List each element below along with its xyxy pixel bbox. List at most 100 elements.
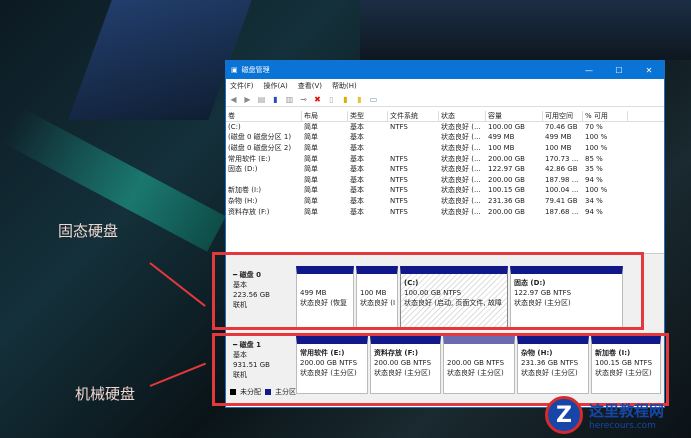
table-cell: 42.86 GB — [545, 165, 578, 174]
new-icon[interactable]: ▮ — [341, 95, 350, 104]
table-cell: 35 % — [585, 165, 603, 174]
table-cell: 79.41 GB — [545, 197, 578, 206]
table-cell: 状态良好 (... — [441, 144, 481, 153]
menu-file[interactable]: 文件(F) — [230, 81, 254, 91]
col-free[interactable]: 可用空间 — [543, 111, 583, 121]
table-cell: NTFS — [390, 186, 408, 195]
table-cell: 杂物 (H:) — [228, 197, 258, 206]
table-cell: 简单 — [304, 144, 318, 153]
table-cell: 新加卷 (I:) — [228, 186, 262, 195]
col-type[interactable]: 类型 — [348, 111, 388, 121]
table-cell: 简单 — [304, 133, 318, 142]
properties-icon[interactable]: ▯ — [327, 95, 336, 104]
volume-table-header: 卷 布局 类型 文件系统 状态 容量 可用空间 % 可用 — [226, 111, 664, 122]
table-cell: 状态良好 (... — [441, 207, 481, 216]
table-cell: NTFS — [390, 165, 408, 174]
table-cell: 170.73 ... — [545, 154, 579, 163]
col-status[interactable]: 状态 — [439, 111, 486, 121]
table-cell: NTFS — [390, 175, 408, 184]
minimize-button[interactable]: — — [574, 66, 604, 75]
table-row[interactable]: 简单 基本 NTFS 状态良好 (... 200.00 GB 187.98 ... 94 % — [226, 175, 664, 186]
table-row[interactable]: (磁盘 0 磁盘分区 1) 简单 基本 状态良好 (... 499 MB 499 MB 10… — [226, 132, 664, 143]
menu-view[interactable]: 查看(V) — [298, 81, 322, 91]
table-cell: 499 MB — [545, 133, 572, 142]
table-row[interactable]: 固态 (D:) 简单 基本 NTFS 状态良好 (... 122.97 GB 42.86 G… — [226, 164, 664, 175]
table-cell: NTFS — [390, 197, 408, 206]
table-cell: 状态良好 (... — [441, 133, 481, 142]
table-row[interactable]: 资料存放 (F:) 简单 基本 NTFS 状态良好 (... 200.00 GB 187.6… — [226, 206, 664, 217]
menu-action[interactable]: 操作(A) — [264, 81, 288, 91]
panel-icon[interactable]: ▥ — [285, 95, 294, 104]
table-cell: 200.00 GB — [488, 154, 525, 163]
menu-bar: 文件(F) 操作(A) 查看(V) 帮助(H) — [226, 79, 664, 92]
table-cell: 231.36 GB — [488, 197, 525, 206]
table-cell: 简单 — [304, 175, 318, 184]
table-cell: 70.46 GB — [545, 122, 578, 131]
app-icon: ▣ — [231, 66, 238, 74]
table-cell: 基本 — [350, 165, 364, 174]
table-cell: 状态良好 (... — [441, 165, 481, 174]
table-cell: 简单 — [304, 197, 318, 206]
table-cell: 85 % — [585, 154, 603, 163]
back-icon[interactable]: ◀ — [229, 95, 238, 104]
table-cell: NTFS — [390, 154, 408, 163]
folder-icon[interactable]: ▮ — [355, 95, 364, 104]
table-cell: 状态良好 (... — [441, 197, 481, 206]
forward-icon[interactable]: ▶ — [243, 95, 252, 104]
table-cell: 简单 — [304, 122, 318, 131]
table-cell: 187.68 ... — [545, 207, 579, 216]
table-cell: 常用软件 (E:) — [228, 154, 271, 163]
ssd-highlight-box — [212, 252, 644, 330]
help-icon[interactable]: ▮ — [271, 95, 280, 104]
table-cell: 基本 — [350, 197, 364, 206]
table-cell: 499 MB — [488, 133, 515, 142]
connect-icon[interactable]: ⊸ — [299, 95, 308, 104]
col-filesystem[interactable]: 文件系统 — [388, 111, 439, 121]
col-volume[interactable]: 卷 — [226, 111, 302, 121]
table-row[interactable]: (磁盘 0 磁盘分区 2) 简单 基本 状态良好 (... 100 MB 100 MB 10… — [226, 143, 664, 154]
table-cell: 94 % — [585, 175, 603, 184]
background-shape — [360, 0, 691, 60]
table-row[interactable]: 常用软件 (E:) 简单 基本 NTFS 状态良好 (... 200.00 GB 170.7… — [226, 153, 664, 164]
col-layout[interactable]: 布局 — [302, 111, 348, 121]
volume-table: (C:) 简单 基本 NTFS 状态良好 (... 100.00 GB 70.46 GB 70… — [226, 122, 664, 217]
table-cell: (磁盘 0 磁盘分区 2) — [228, 144, 292, 153]
table-row[interactable]: (C:) 简单 基本 NTFS 状态良好 (... 100.00 GB 70.46 GB 70… — [226, 122, 664, 133]
table-cell: 100 MB — [488, 144, 515, 153]
table-cell: 70 % — [585, 122, 603, 131]
table-cell: 简单 — [304, 186, 318, 195]
table-cell: 基本 — [350, 144, 364, 153]
hdd-annotation: 机械硬盘 — [75, 385, 136, 403]
window-icon[interactable]: ▭ — [369, 95, 378, 104]
table-cell: (磁盘 0 磁盘分区 1) — [228, 133, 292, 142]
table-cell: 100 % — [585, 133, 608, 142]
table-cell: 基本 — [350, 122, 364, 131]
table-cell: 187.98 ... — [545, 175, 579, 184]
col-capacity[interactable]: 容量 — [486, 111, 543, 121]
list-icon[interactable]: ▤ — [257, 95, 266, 104]
toolbar: ◀ ▶ ▤ ▮ ▥ ⊸ ✖ ▯ ▮ ▮ ▭ — [226, 92, 664, 107]
table-cell: NTFS — [390, 207, 408, 216]
table-cell: 资料存放 (F:) — [228, 207, 270, 216]
logo-url: herecours.com — [589, 420, 656, 431]
close-button[interactable]: ✕ — [634, 66, 664, 75]
table-cell: 100 MB — [545, 144, 572, 153]
table-cell: 基本 — [350, 186, 364, 195]
table-row[interactable]: 新加卷 (I:) 简单 基本 NTFS 状态良好 (... 100.15 GB 100.04… — [226, 185, 664, 196]
maximize-button[interactable]: ☐ — [604, 66, 634, 75]
table-cell: 基本 — [350, 175, 364, 184]
table-cell: 100.15 GB — [488, 186, 525, 195]
table-row[interactable]: 杂物 (H:) 简单 基本 NTFS 状态良好 (... 231.36 GB 79.41 G… — [226, 196, 664, 207]
table-cell: 基本 — [350, 133, 364, 142]
table-cell: 固态 (D:) — [228, 165, 258, 174]
table-cell: 100 % — [585, 144, 608, 153]
table-cell: 简单 — [304, 207, 318, 216]
site-logo: Z 这里教程网 herecours.com — [545, 396, 664, 434]
menu-help[interactable]: 帮助(H) — [332, 81, 357, 91]
table-cell: 122.97 GB — [488, 165, 525, 174]
col-percent-free[interactable]: % 可用 — [583, 111, 628, 121]
table-cell: 状态良好 (... — [441, 175, 481, 184]
table-cell: 94 % — [585, 207, 603, 216]
delete-icon[interactable]: ✖ — [313, 95, 322, 104]
logo-name: 这里教程网 — [589, 401, 665, 420]
